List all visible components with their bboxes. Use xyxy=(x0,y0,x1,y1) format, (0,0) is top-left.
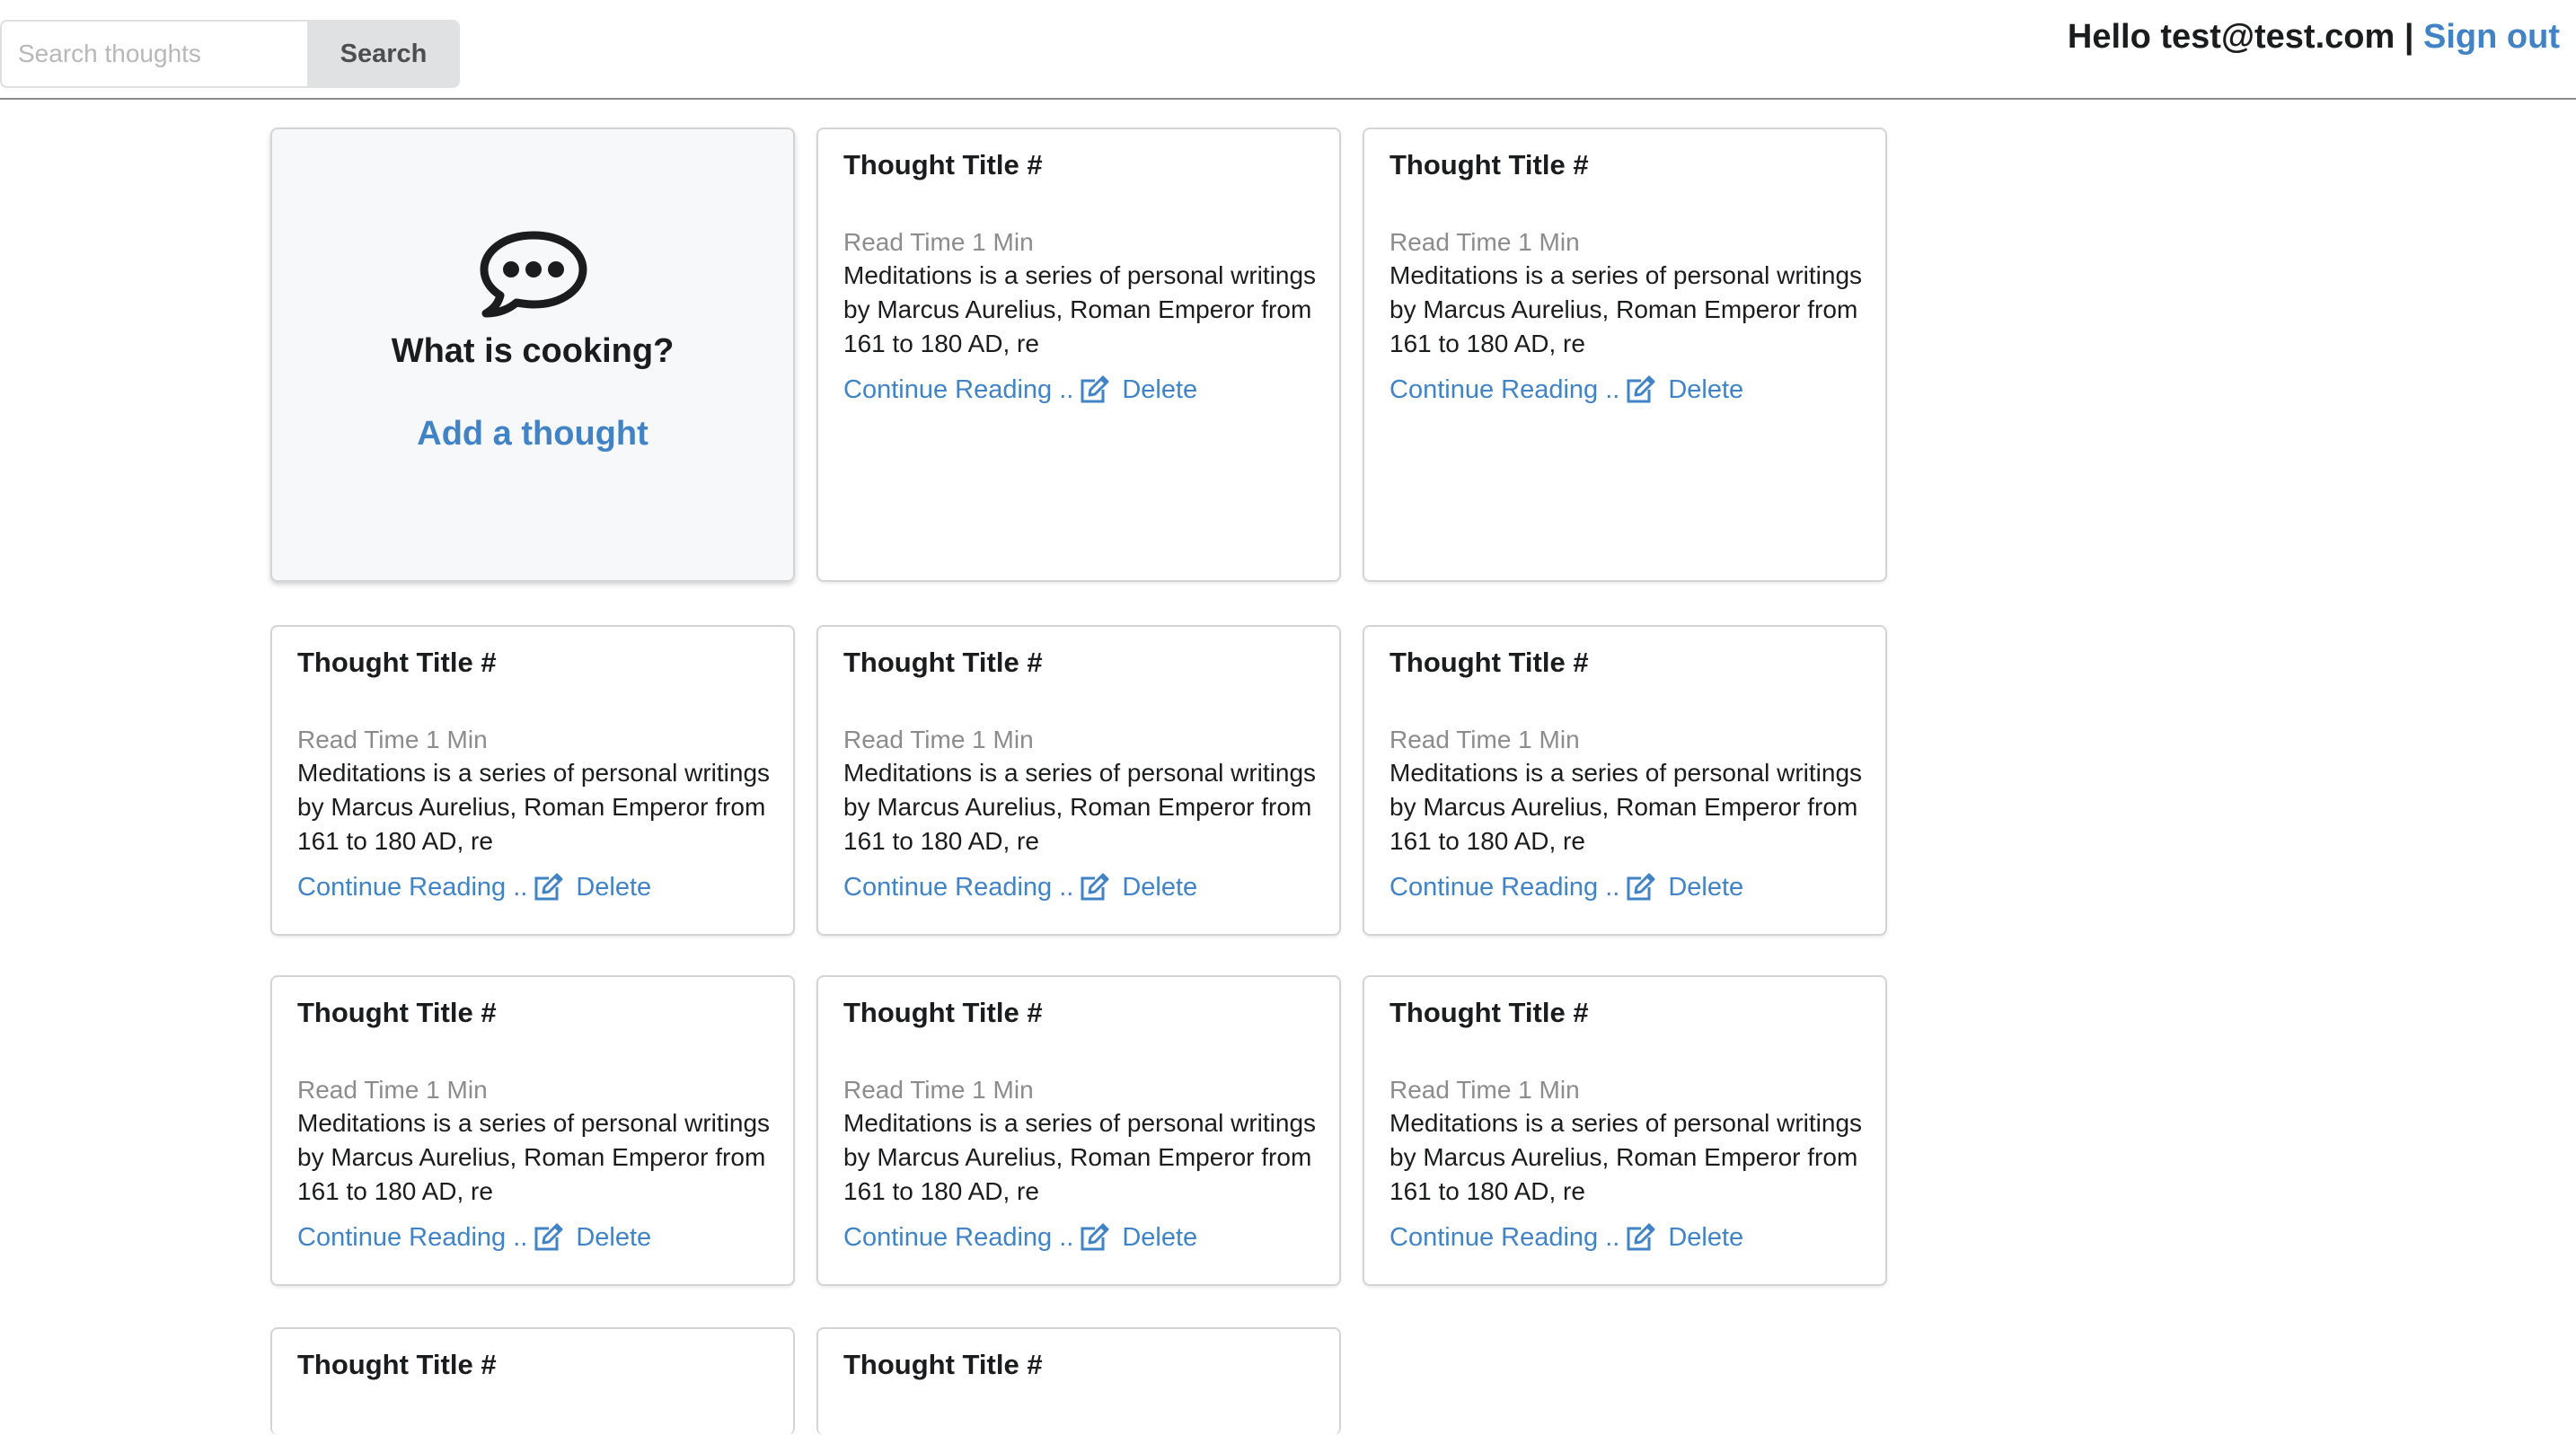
continue-reading-link[interactable]: Continue Reading .. xyxy=(297,1219,527,1255)
read-time: Read Time 1 Min xyxy=(1389,1076,1580,1104)
thought-title[interactable]: Thought Title # xyxy=(297,1347,770,1383)
add-card-heading: What is cooking? xyxy=(391,332,675,370)
edit-icon[interactable] xyxy=(1079,375,1109,404)
thought-card: Thought Title # Read Time 1 Min Meditati… xyxy=(270,625,795,936)
delete-link[interactable]: Delete xyxy=(1122,372,1197,408)
continue-reading-link[interactable]: Continue Reading .. xyxy=(1389,869,1619,905)
thought-title[interactable]: Thought Title # xyxy=(297,645,770,681)
thought-excerpt: Meditations is a series of personal writ… xyxy=(1389,1109,1863,1205)
top-bar: Search Hello test@test.com | Sign out xyxy=(0,0,2576,100)
thought-card: Thought Title # Read Time 1 Min Meditati… xyxy=(816,975,1341,1286)
thought-excerpt: Meditations is a series of personal writ… xyxy=(1389,759,1863,855)
chat-bubble-ellipsis-icon xyxy=(477,228,590,322)
read-time: Read Time 1 Min xyxy=(1389,228,1580,256)
delete-link[interactable]: Delete xyxy=(1668,1219,1743,1255)
thought-card: Thought Title # Read Time 1 Min Meditati… xyxy=(816,625,1341,936)
edit-icon[interactable] xyxy=(1625,1223,1655,1252)
continue-reading-link[interactable]: Continue Reading .. xyxy=(1389,1219,1619,1255)
thought-card: Thought Title # Read Time 1 Min Meditati… xyxy=(816,128,1341,582)
continue-reading-link[interactable]: Continue Reading .. xyxy=(843,1219,1073,1255)
edit-icon[interactable] xyxy=(1079,1223,1109,1252)
thought-excerpt: Meditations is a series of personal writ… xyxy=(297,1109,771,1205)
read-time: Read Time 1 Min xyxy=(1389,726,1580,753)
user-area: Hello test@test.com | Sign out xyxy=(2068,18,2560,63)
thought-card: Thought Title # xyxy=(270,1327,795,1435)
thought-title[interactable]: Thought Title # xyxy=(843,995,1316,1031)
continue-reading-link[interactable]: Continue Reading .. xyxy=(1389,372,1619,408)
read-time: Read Time 1 Min xyxy=(843,228,1034,256)
thought-card: Thought Title # Read Time 1 Min Meditati… xyxy=(1363,625,1887,936)
card-actions: Continue Reading .. Delete xyxy=(843,372,1316,408)
thought-card: Thought Title # xyxy=(816,1327,1341,1435)
card-actions: Continue Reading .. Delete xyxy=(1389,372,1862,408)
card-actions: Continue Reading .. Delete xyxy=(297,1219,770,1255)
card-actions: Continue Reading .. Delete xyxy=(843,869,1316,905)
delete-link[interactable]: Delete xyxy=(1122,869,1197,905)
thought-title[interactable]: Thought Title # xyxy=(297,995,770,1031)
thought-title[interactable]: Thought Title # xyxy=(1389,995,1862,1031)
card-actions: Continue Reading .. Delete xyxy=(843,1219,1316,1255)
delete-link[interactable]: Delete xyxy=(1122,1219,1197,1255)
delete-link[interactable]: Delete xyxy=(1668,372,1743,408)
thought-title[interactable]: Thought Title # xyxy=(1389,147,1862,183)
thought-title[interactable]: Thought Title # xyxy=(843,147,1316,183)
thought-title[interactable]: Thought Title # xyxy=(1389,645,1862,681)
continue-reading-link[interactable]: Continue Reading .. xyxy=(843,372,1073,408)
card-actions: Continue Reading .. Delete xyxy=(1389,1219,1862,1255)
delete-link[interactable]: Delete xyxy=(576,869,651,905)
read-time: Read Time 1 Min xyxy=(297,726,488,753)
sign-out-link[interactable]: Sign out xyxy=(2423,18,2560,56)
thought-excerpt: Meditations is a series of personal writ… xyxy=(843,759,1317,855)
thought-title[interactable]: Thought Title # xyxy=(843,645,1316,681)
thought-card: Thought Title # Read Time 1 Min Meditati… xyxy=(1363,975,1887,1286)
edit-icon[interactable] xyxy=(1079,873,1109,902)
add-thought-card[interactable]: What is cooking? Add a thought xyxy=(270,128,795,582)
search-input[interactable] xyxy=(0,20,307,88)
card-actions: Continue Reading .. Delete xyxy=(297,869,770,905)
search-button[interactable]: Search xyxy=(307,20,460,88)
thought-excerpt: Meditations is a series of personal writ… xyxy=(297,759,771,855)
read-time: Read Time 1 Min xyxy=(843,1076,1034,1104)
delete-link[interactable]: Delete xyxy=(1668,869,1743,905)
user-greeting: Hello test@test.com | xyxy=(2067,18,2414,56)
thought-excerpt: Meditations is a series of personal writ… xyxy=(843,1109,1317,1205)
continue-reading-link[interactable]: Continue Reading .. xyxy=(843,869,1073,905)
thought-excerpt: Meditations is a series of personal writ… xyxy=(1389,261,1863,357)
edit-icon[interactable] xyxy=(1625,375,1655,404)
thought-excerpt: Meditations is a series of personal writ… xyxy=(843,261,1317,357)
edit-icon[interactable] xyxy=(533,1223,563,1252)
read-time: Read Time 1 Min xyxy=(843,726,1034,753)
read-time: Read Time 1 Min xyxy=(297,1076,488,1104)
add-thought-link[interactable]: Add a thought xyxy=(272,415,793,453)
thought-title[interactable]: Thought Title # xyxy=(843,1347,1316,1383)
delete-link[interactable]: Delete xyxy=(576,1219,651,1255)
thought-card: Thought Title # Read Time 1 Min Meditati… xyxy=(1363,128,1887,582)
card-actions: Continue Reading .. Delete xyxy=(1389,869,1862,905)
edit-icon[interactable] xyxy=(1625,873,1655,902)
thought-card: Thought Title # Read Time 1 Min Meditati… xyxy=(270,975,795,1286)
edit-icon[interactable] xyxy=(533,873,563,902)
continue-reading-link[interactable]: Continue Reading .. xyxy=(297,869,527,905)
